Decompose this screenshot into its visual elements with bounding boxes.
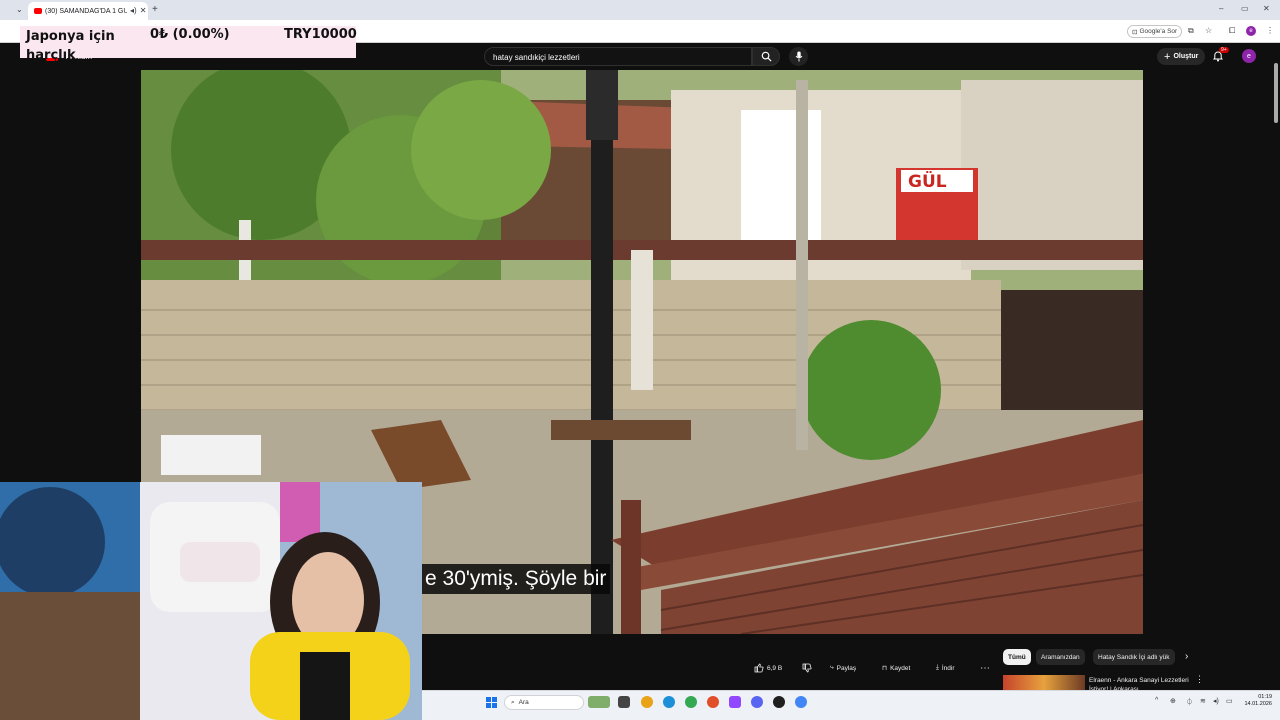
google-ask-label: Google'a Sor bbox=[1139, 28, 1178, 35]
youtube-favicon-icon bbox=[34, 8, 42, 14]
tray-chevron-icon[interactable]: ^ bbox=[1155, 697, 1158, 704]
chrome-icon[interactable] bbox=[641, 696, 653, 708]
chrome-alt-icon[interactable] bbox=[795, 696, 807, 708]
create-label: Oluştur bbox=[1173, 53, 1199, 60]
recommendation-menu-icon[interactable]: ⋮ bbox=[1195, 674, 1204, 685]
page-scrollbar[interactable] bbox=[1272, 43, 1280, 690]
share-label: Paylaş bbox=[836, 664, 857, 672]
donation-goal: TRY10000 bbox=[284, 27, 357, 42]
video-subtitle: e 30'ymiş. Şöyle bir bbox=[421, 564, 611, 594]
browser-menu-icon[interactable]: ⋮ bbox=[1266, 27, 1274, 35]
chevron-right-icon[interactable]: › bbox=[1185, 651, 1188, 662]
download-label: İndir bbox=[941, 664, 955, 672]
voice-search-button[interactable] bbox=[789, 47, 808, 66]
obs-icon[interactable] bbox=[773, 696, 785, 708]
speaker-icon[interactable]: ◂) bbox=[130, 7, 137, 15]
file-explorer-icon[interactable] bbox=[618, 696, 630, 708]
thumbs-down-icon bbox=[802, 663, 812, 673]
twitch-icon[interactable] bbox=[729, 696, 741, 708]
tray-mic-icon[interactable]: ⏀ bbox=[1186, 697, 1193, 707]
microphone-icon bbox=[795, 51, 802, 62]
notifications-button[interactable]: 9+ bbox=[1212, 47, 1229, 63]
tray-network-icon[interactable]: ⊕ bbox=[1170, 697, 1176, 705]
share-icon: ⤷ bbox=[830, 664, 834, 671]
discord-icon[interactable] bbox=[751, 696, 763, 708]
taskbar-search-placeholder: Ara bbox=[518, 699, 529, 706]
recommendation-filter-chips: Tümü Aramanızdan Hatay Sandık İçi adlı y… bbox=[1000, 649, 1250, 667]
bookmark-star-icon[interactable]: ☆ bbox=[1205, 27, 1212, 35]
taskbar-search-icon: ⌕ bbox=[511, 698, 515, 706]
maximize-button[interactable]: ▭ bbox=[1241, 5, 1249, 13]
chrome-profile-icon[interactable] bbox=[685, 696, 697, 708]
notification-count-badge: 9+ bbox=[1219, 47, 1229, 53]
chip-all[interactable]: Tümü bbox=[1003, 649, 1031, 665]
wifi-icon[interactable]: ≋ bbox=[1200, 697, 1206, 705]
more-actions-button[interactable]: ⋯ bbox=[980, 660, 990, 676]
save-label: Kaydet bbox=[890, 664, 911, 672]
donation-amount: 0₺ (0.00%) bbox=[150, 27, 230, 42]
sign-text: GÜL bbox=[908, 170, 947, 192]
share-button[interactable]: ⤷ Paylaş bbox=[830, 660, 856, 676]
clock-time: 01:19 bbox=[1258, 694, 1272, 700]
weather-widget-icon[interactable] bbox=[588, 696, 610, 708]
windows-start-icon[interactable] bbox=[486, 697, 497, 708]
account-avatar[interactable]: e bbox=[1242, 49, 1256, 63]
lens-icon: ⊡ bbox=[1132, 28, 1138, 36]
taskbar-search[interactable]: ⌕ Ara bbox=[504, 695, 584, 710]
like-count: 6,9 B bbox=[767, 664, 783, 672]
google-ask-button[interactable]: ⊡ Google'a Sor bbox=[1127, 25, 1183, 38]
browser-profile-avatar[interactable]: e bbox=[1246, 26, 1256, 36]
search-input[interactable]: hatay sandıkiçi lezzetleri bbox=[484, 47, 752, 66]
app-icon-red[interactable] bbox=[707, 696, 719, 708]
browser-tab-active[interactable]: (30) SAMANDAĞ'DA 1 GÜN ◂) ✕ bbox=[28, 2, 148, 20]
tab-title: (30) SAMANDAĞ'DA 1 GÜN bbox=[45, 7, 127, 15]
extensions-icon[interactable]: ⧠ bbox=[1229, 27, 1235, 35]
bookmark-icon: ⊓ bbox=[882, 665, 888, 672]
plus-icon: + bbox=[1164, 50, 1171, 63]
download-button[interactable]: ⤓ İndir bbox=[936, 660, 955, 676]
close-window-button[interactable]: ✕ bbox=[1263, 5, 1270, 13]
search-icon bbox=[761, 51, 772, 62]
thumbs-up-icon bbox=[754, 663, 764, 673]
cast-icon[interactable]: ⧉ bbox=[1188, 27, 1194, 35]
like-button[interactable]: 6,9 B bbox=[754, 660, 782, 676]
video-actions: 6,9 B ⤷ Paylaş ⊓ Kaydet ⤓ İndir ⋯ bbox=[422, 655, 997, 681]
create-button[interactable]: + Oluştur bbox=[1157, 48, 1206, 65]
dislike-button[interactable] bbox=[802, 660, 812, 676]
volume-icon[interactable]: ◂) bbox=[1213, 697, 1219, 705]
minimize-button[interactable]: – bbox=[1219, 5, 1223, 13]
save-button[interactable]: ⊓ Kaydet bbox=[882, 660, 910, 676]
chip-from-search[interactable]: Aramanızdan bbox=[1036, 649, 1085, 665]
download-icon: ⤓ bbox=[936, 664, 939, 671]
webcam-feed bbox=[0, 482, 422, 720]
battery-icon[interactable]: ▭ bbox=[1226, 697, 1233, 705]
new-tab-button[interactable]: + bbox=[152, 5, 158, 15]
browser-tab-strip: ⌄ (30) SAMANDAĞ'DA 1 GÜN ◂) ✕ + – ▭ ✕ bbox=[0, 0, 1280, 20]
taskbar-clock[interactable]: 01:19 14.01.2026 bbox=[1236, 694, 1272, 708]
streamer-webcam bbox=[0, 482, 422, 720]
donation-goal-widget: Japonya için harçlık 0₺ (0.00%) TRY10000 bbox=[20, 26, 357, 63]
tab-list-icon[interactable]: ⌄ bbox=[16, 6, 23, 14]
search-button[interactable] bbox=[752, 47, 780, 66]
clock-date: 14.01.2026 bbox=[1244, 701, 1272, 707]
tab-close-icon[interactable]: ✕ bbox=[140, 7, 147, 15]
scrollbar-thumb[interactable] bbox=[1274, 63, 1278, 123]
chip-related[interactable]: Hatay Sandık İçi adlı yük bbox=[1093, 649, 1175, 665]
donation-label: Japonya için harçlık bbox=[26, 29, 115, 63]
edge-icon[interactable] bbox=[663, 696, 675, 708]
